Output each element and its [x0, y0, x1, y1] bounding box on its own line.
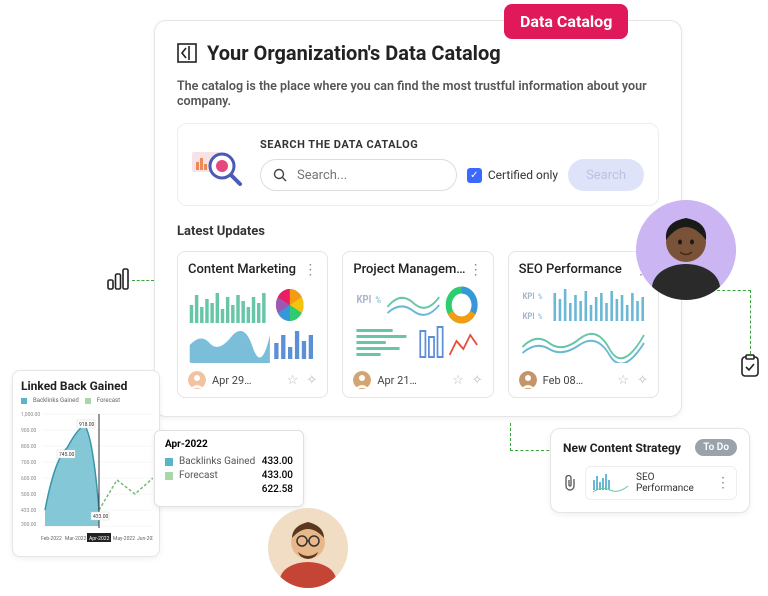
star-icon[interactable]: ☆	[452, 373, 464, 388]
catalog-card[interactable]: SEO Performance ⋮ KPI% KPI% Feb 08… ☆✧	[508, 251, 659, 398]
svg-text:Apr-2022: Apr-2022	[89, 536, 110, 542]
author-avatar	[188, 371, 206, 389]
card-thumbnail: KPI%	[353, 285, 482, 363]
data-catalog-tag: Data Catalog	[504, 4, 628, 39]
certified-only-toggle[interactable]: ✓ Certified only	[467, 168, 558, 183]
svg-text:433.00: 433.00	[21, 508, 37, 514]
attachment-name: SEO Performance	[636, 472, 710, 494]
author-avatar	[353, 371, 371, 389]
checkbox-checked-icon: ✓	[467, 168, 482, 183]
card-title: Content Marketing	[188, 262, 296, 277]
card-date: Apr 29…	[212, 374, 281, 387]
more-icon[interactable]: ⋮	[716, 476, 730, 490]
bell-icon[interactable]: ✧	[472, 373, 483, 388]
page-subtitle: The catalog is the place where you can f…	[177, 79, 659, 109]
task-card[interactable]: New Content Strategy To Do SEO Performan…	[550, 428, 750, 513]
svg-text:KPI: KPI	[357, 292, 372, 306]
svg-text:%: %	[538, 293, 543, 302]
card-title: SEO Performance	[519, 262, 622, 277]
search-button[interactable]: Search	[568, 159, 644, 191]
more-icon[interactable]: ⋮	[469, 263, 483, 277]
avatar-large	[268, 508, 348, 588]
svg-text:300.00: 300.00	[21, 522, 37, 528]
search-heading: SEARCH THE DATA CATALOG	[260, 138, 644, 151]
clipboard-check-icon	[740, 354, 760, 378]
task-title: New Content Strategy	[563, 441, 681, 455]
card-date: Apr 21…	[377, 374, 446, 387]
svg-text:900.00: 900.00	[21, 428, 37, 434]
svg-text:700.00: 700.00	[21, 460, 37, 466]
bell-icon[interactable]: ✧	[306, 373, 317, 388]
page-title: Your Organization's Data Catalog	[207, 41, 501, 65]
svg-text:Mar-2022: Mar-2022	[65, 536, 87, 542]
svg-text:918.00: 918.00	[79, 422, 95, 428]
latest-updates-heading: Latest Updates	[177, 224, 659, 239]
star-icon[interactable]: ☆	[287, 373, 299, 388]
search-input[interactable]	[297, 168, 444, 183]
area-chart: 1,000.00 900.00 800.00 700.00 600.00 500.00 43…	[21, 408, 153, 548]
search-box: SEARCH THE DATA CATALOG ✓ Certified only…	[177, 123, 659, 206]
author-avatar	[519, 371, 537, 389]
card-date: Feb 08…	[543, 374, 612, 387]
certified-label: Certified only	[488, 168, 558, 182]
chart-legend: Backlinks Gained Forecast	[21, 397, 151, 404]
search-input-wrap[interactable]	[260, 159, 457, 191]
card-thumbnail: KPI% KPI%	[519, 285, 648, 363]
catalog-card[interactable]: Content Marketing ⋮ Apr 29… ☆ ✧	[177, 251, 328, 398]
catalog-icon	[177, 43, 197, 63]
star-icon[interactable]: ☆	[617, 373, 629, 388]
task-attachment[interactable]: SEO Performance ⋮	[585, 466, 737, 500]
svg-text:May-2022: May-2022	[113, 536, 135, 542]
svg-text:KPI: KPI	[522, 292, 534, 303]
linked-back-chart: Linked Back Gained Backlinks Gained Fore…	[12, 370, 160, 557]
svg-text:1,000.00: 1,000.00	[21, 412, 40, 418]
bar-chart-icon	[105, 266, 131, 292]
svg-text:%: %	[538, 313, 543, 322]
svg-text:433.00: 433.00	[93, 514, 109, 520]
magnifier-icon	[273, 168, 287, 182]
paperclip-icon	[563, 475, 577, 491]
search-illustration-icon	[192, 144, 246, 186]
tooltip-title: Apr-2022	[165, 439, 293, 450]
more-icon[interactable]: ⋮	[303, 263, 317, 277]
svg-text:Jun-2022: Jun-2022	[137, 536, 153, 542]
card-thumbnail	[188, 285, 317, 363]
catalog-card[interactable]: Project Management ⋮ KPI% Apr 21… ☆ ✧	[342, 251, 493, 398]
chart-title: Linked Back Gained	[21, 379, 151, 393]
svg-text:Feb-2022: Feb-2022	[41, 536, 62, 542]
svg-text:600.00: 600.00	[21, 476, 37, 482]
catalog-panel: Your Organization's Data Catalog The cat…	[154, 20, 682, 417]
svg-text:500.00: 500.00	[21, 492, 37, 498]
chart-tooltip: Apr-2022 Backlinks Gained433.00 Forecast…	[154, 430, 304, 507]
svg-text:745.00: 745.00	[59, 452, 75, 458]
svg-text:%: %	[376, 296, 382, 307]
card-title: Project Management	[353, 262, 468, 277]
avatar-large	[636, 200, 736, 300]
svg-text:KPI: KPI	[522, 312, 534, 323]
svg-text:800.00: 800.00	[21, 444, 37, 450]
bell-icon[interactable]: ✧	[637, 373, 648, 388]
status-badge: To Do	[695, 439, 737, 456]
